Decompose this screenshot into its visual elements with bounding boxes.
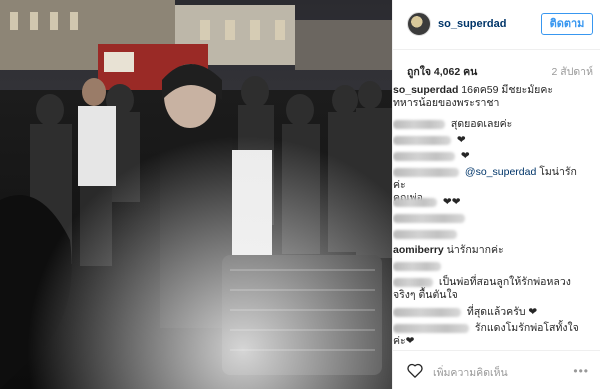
- comment-item: [393, 228, 579, 241]
- blurred-username: [393, 323, 469, 333]
- like-count[interactable]: ถูกใจ 4,062 คน: [407, 63, 477, 80]
- blurred-username: [393, 307, 461, 317]
- comment-text: ที่สุดแล้วครับ ❤: [466, 306, 538, 318]
- comment-item: [393, 212, 579, 225]
- comment-text: ❤: [460, 150, 470, 162]
- blurred-username: [393, 261, 441, 271]
- post-timestamp[interactable]: 2 สัปดาห์: [552, 63, 593, 80]
- comment-item: ที่สุดแล้วครับ ❤: [393, 306, 579, 319]
- instagram-post: so_superdad ติดตาม ถูกใจ 4,062 คน 2 สัปด…: [0, 0, 600, 389]
- comment-text-line2: จริงๆ ตื้นตันใจ: [393, 289, 458, 301]
- caption: so_superdad 16ตค59 มีชยะมั้ยคะ ทหารน้อยข…: [393, 84, 579, 110]
- blurred-username: [393, 167, 459, 177]
- comment-text: เป็นพ่อที่สอนลูกให้รักพ่อหลวง: [438, 276, 571, 288]
- comment-text: น่ารักมากค่ะ: [446, 244, 504, 256]
- username-link[interactable]: so_superdad: [438, 18, 506, 30]
- comment-text: ❤❤: [442, 196, 461, 208]
- comment-text: ❤: [456, 134, 466, 146]
- post-footer: เพิ่มความคิดเห็น •••: [393, 350, 600, 389]
- post-header: so_superdad ติดตาม: [393, 0, 600, 50]
- post-stats: ถูกใจ 4,062 คน 2 สัปดาห์: [393, 58, 600, 78]
- comment-mention[interactable]: @so_superdad: [465, 166, 536, 178]
- comment-list: so_superdad 16ตค59 มีชยะมั้ยคะ ทหารน้อยข…: [393, 84, 600, 350]
- comment-item: รักแดงโมรักพ่อโสทั้งใจ ค่ะ❤: [393, 322, 579, 348]
- avatar[interactable]: [407, 12, 431, 36]
- comment-item: สุดยอดเลยค่ะ: [393, 118, 579, 131]
- comment-text: รักแดงโมรักพ่อโสทั้งใจ: [474, 322, 579, 334]
- follow-button[interactable]: ติดตาม: [541, 13, 593, 35]
- blurred-username: [393, 213, 465, 223]
- post-photo[interactable]: [0, 0, 392, 389]
- comment-item: ❤: [393, 134, 579, 147]
- comment-text: สุดยอดเลยค่ะ: [450, 118, 513, 130]
- comment-item: [393, 260, 579, 273]
- heart-icon[interactable]: [407, 363, 423, 378]
- post-photo-image: [0, 0, 392, 389]
- caption-author[interactable]: so_superdad: [393, 84, 458, 96]
- comment-item: เป็นพ่อที่สอนลูกให้รักพ่อหลวง จริงๆ ตื้น…: [393, 276, 579, 302]
- blurred-username: [393, 151, 455, 161]
- blurred-username: [393, 135, 451, 145]
- comment-author[interactable]: aomiberry: [393, 244, 444, 256]
- add-comment-input[interactable]: เพิ่มความคิดเห็น: [433, 364, 508, 381]
- caption-text-line2: ทหารน้อยของพระราชา: [393, 97, 500, 109]
- post-side-panel: so_superdad ติดตาม ถูกใจ 4,062 คน 2 สัปด…: [392, 0, 600, 389]
- blurred-username: [393, 197, 437, 207]
- blurred-username: [393, 229, 457, 239]
- blurred-username: [393, 119, 445, 129]
- more-options-icon[interactable]: •••: [573, 364, 589, 378]
- comment-text-line2: ค่ะ❤: [393, 335, 415, 347]
- comment-item: ❤❤: [393, 196, 579, 209]
- comment-item: aomiberry น่ารักมากค่ะ: [393, 244, 579, 257]
- caption-text: 16ตค59 มีชยะมั้ยคะ: [461, 84, 553, 96]
- comment-item: ❤: [393, 150, 579, 163]
- blurred-username: [393, 277, 433, 287]
